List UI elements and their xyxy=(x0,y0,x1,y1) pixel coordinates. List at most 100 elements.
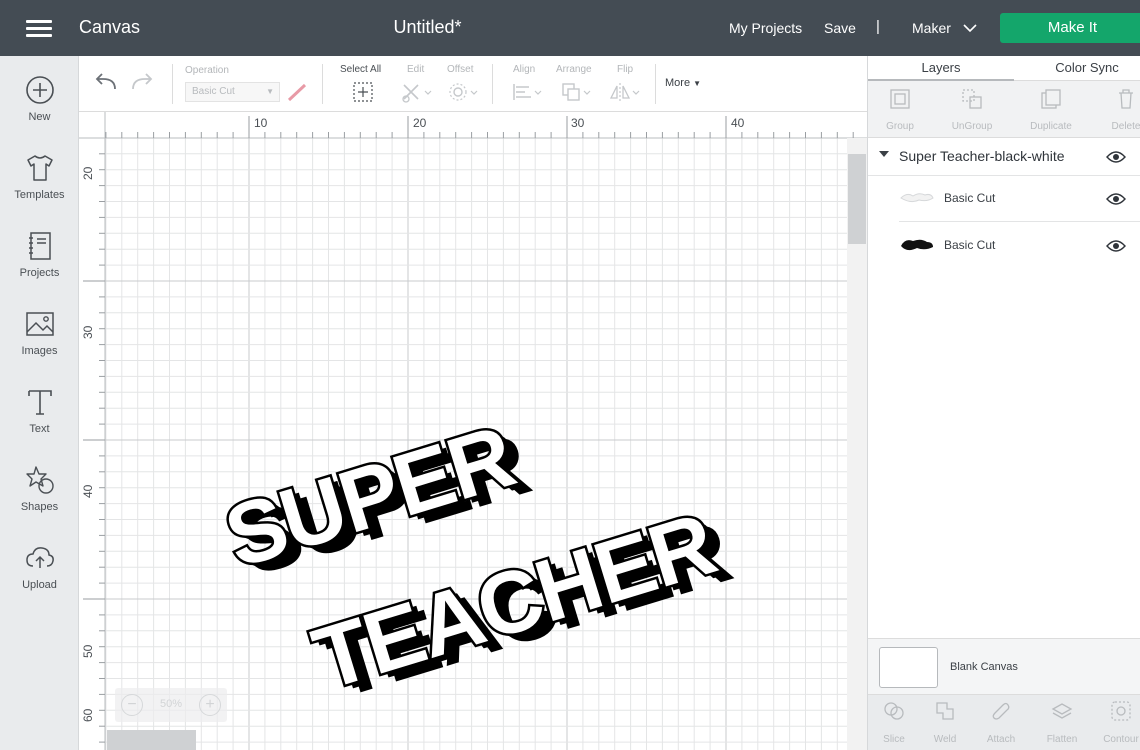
image-icon xyxy=(25,312,54,336)
top-bar: Canvas Untitled* My Projects Save | Make… xyxy=(0,0,1140,56)
slice-label: Slice xyxy=(883,734,905,745)
ruler-left-label: 20 xyxy=(81,166,95,180)
sidebar-item-upload[interactable]: Upload xyxy=(0,542,79,608)
align-label: Align xyxy=(513,64,536,75)
blank-canvas-thumbnail xyxy=(879,647,938,688)
make-it-button[interactable]: Make It xyxy=(1000,13,1140,43)
chevron-down-icon[interactable] xyxy=(962,20,978,36)
offset-icon[interactable] xyxy=(447,81,479,103)
text-T-icon xyxy=(27,390,52,415)
trash-icon xyxy=(1119,89,1133,109)
left-sidebar: New Templates Projects Images Text Shape… xyxy=(0,56,79,750)
ruler-top-label: 20 xyxy=(413,116,427,130)
operation-select[interactable]: Basic Cut ▼ xyxy=(185,82,280,102)
sidebar-item-images[interactable]: Images xyxy=(0,308,79,374)
layers-panel: Layers Color Sync Group UnGroup Duplicat… xyxy=(867,56,1140,750)
flatten-label: Flatten xyxy=(1046,734,1078,745)
offset-label: Offset xyxy=(447,64,474,75)
app-name: Canvas xyxy=(79,17,141,37)
flip-icon[interactable] xyxy=(609,81,641,103)
sidebar-item-text[interactable]: Text xyxy=(0,386,79,452)
undo-icon[interactable] xyxy=(93,72,119,92)
sidebar-item-projects[interactable]: Projects xyxy=(0,230,79,296)
layer-group-row[interactable]: Super Teacher-black-white xyxy=(868,138,1140,176)
contour-button[interactable]: Contour xyxy=(1094,699,1140,745)
ruler-top-label: 30 xyxy=(571,116,585,130)
flip-label: Flip xyxy=(617,64,634,75)
layer-row[interactable]: Basic Cut xyxy=(899,223,1140,269)
slice-button[interactable]: Slice xyxy=(867,699,921,745)
machine-selector[interactable]: Maker xyxy=(912,20,951,36)
more-menu-button[interactable]: More ▼ xyxy=(665,77,701,89)
layer-name: Basic Cut xyxy=(944,238,996,252)
caret-down-icon[interactable] xyxy=(879,151,889,157)
select-all-icon[interactable] xyxy=(352,81,374,103)
sidebar-item-templates[interactable]: Templates xyxy=(0,152,79,218)
delete-button[interactable]: Delete xyxy=(1093,87,1140,132)
caret-down-icon: ▼ xyxy=(693,79,702,88)
blank-canvas-row[interactable]: Blank Canvas xyxy=(868,638,1140,694)
layer-thumbnail xyxy=(900,193,934,203)
group-button[interactable]: Group xyxy=(867,87,933,132)
toolbar-separator xyxy=(322,64,323,104)
duplicate-button[interactable]: Duplicate xyxy=(1018,87,1084,132)
shapes-icon xyxy=(25,466,54,494)
arrange-icon[interactable] xyxy=(560,81,592,103)
sidebar-item-new[interactable]: New xyxy=(0,74,79,140)
save-link[interactable]: Save xyxy=(824,20,856,36)
toolbar-separator xyxy=(172,64,173,104)
tab-color-sync[interactable]: Color Sync xyxy=(1014,56,1140,81)
zoom-out-button[interactable]: − xyxy=(121,694,143,716)
super-teacher-artwork[interactable]: SUPER SUPER SUPER TEACHER TEACHER TEACHE… xyxy=(212,403,740,717)
zoom-in-button[interactable]: + xyxy=(199,694,221,716)
layer-name: Basic Cut xyxy=(944,191,996,205)
tab-layers[interactable]: Layers xyxy=(868,56,1014,81)
my-projects-link[interactable]: My Projects xyxy=(729,20,802,36)
design-canvas[interactable]: 10 20 30 40 20 30 40 50 60 SUPER SUPER S… xyxy=(79,112,867,750)
hamburger-menu-icon[interactable] xyxy=(22,16,56,42)
arrange-label: Arrange xyxy=(556,64,592,75)
eye-icon[interactable] xyxy=(1106,239,1126,253)
ruler-left-label: 30 xyxy=(81,325,95,339)
vertical-scroll-thumb[interactable] xyxy=(848,154,866,244)
plus-circle-icon xyxy=(25,76,54,104)
horizontal-scroll-thumb[interactable] xyxy=(107,730,196,750)
ruler-top-label: 10 xyxy=(254,116,268,130)
ruler-left-label: 40 xyxy=(81,484,95,498)
edit-toolbar: Operation Basic Cut ▼ Select All Edit Off… xyxy=(79,56,867,112)
sidebar-item-label: Projects xyxy=(19,267,60,279)
align-icon[interactable] xyxy=(511,81,543,103)
more-label: More xyxy=(665,77,691,89)
document-title[interactable]: Untitled* xyxy=(340,17,515,38)
vertical-scrollbar[interactable] xyxy=(847,138,867,750)
zoom-level: 50% xyxy=(159,698,183,710)
ungroup-icon xyxy=(962,89,982,109)
sidebar-item-shapes[interactable]: Shapes xyxy=(0,464,79,530)
eye-icon[interactable] xyxy=(1106,150,1126,164)
weld-button[interactable]: Weld xyxy=(918,699,972,745)
sidebar-item-label: Shapes xyxy=(20,501,59,513)
ruler-top-label: 40 xyxy=(731,116,745,130)
edit-scissors-icon[interactable] xyxy=(401,81,433,103)
flatten-button[interactable]: Flatten xyxy=(1035,699,1089,745)
pen-color-icon[interactable] xyxy=(286,82,308,102)
redo-icon[interactable] xyxy=(129,72,155,92)
toolbar-separator xyxy=(655,64,656,104)
eye-icon[interactable] xyxy=(1106,192,1126,206)
cloud-upload-icon xyxy=(25,547,54,568)
operation-value: Basic Cut xyxy=(192,86,235,97)
ruler-left-label: 50 xyxy=(81,644,95,658)
design-space-app: Canvas Untitled* My Projects Save | Make… xyxy=(0,0,1140,750)
operation-label: Operation xyxy=(185,65,229,76)
toolbar-separator xyxy=(492,64,493,104)
notebook-icon xyxy=(28,232,51,260)
layer-row[interactable]: Basic Cut xyxy=(899,176,1140,222)
bottom-tools: Slice Weld Attach Flatten Contour xyxy=(868,694,1140,750)
attach-button[interactable]: Attach xyxy=(974,699,1028,745)
ungroup-button[interactable]: UnGroup xyxy=(939,87,1005,132)
sidebar-item-label: New xyxy=(28,111,51,123)
group-icon xyxy=(890,89,910,109)
weld-icon xyxy=(936,702,954,720)
top-ruler xyxy=(79,112,867,138)
contour-icon xyxy=(1111,701,1131,721)
